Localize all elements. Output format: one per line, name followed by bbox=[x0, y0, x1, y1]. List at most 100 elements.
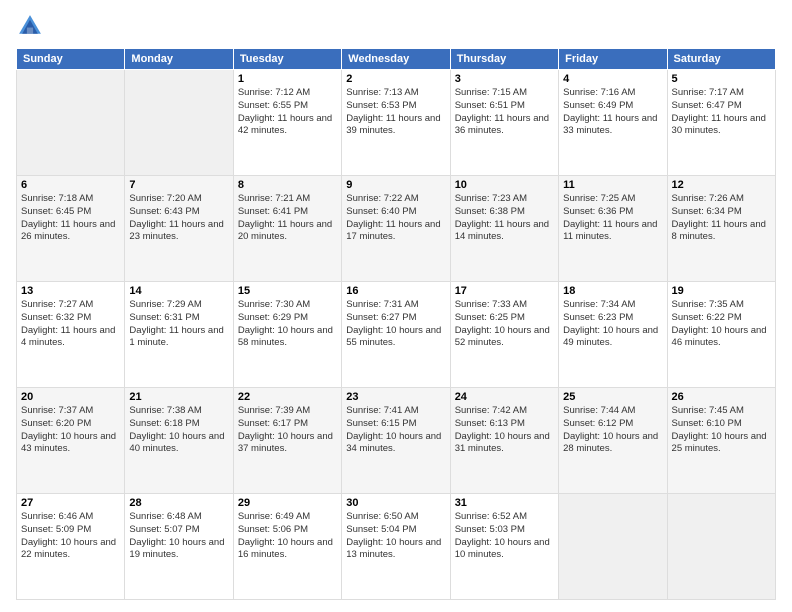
day-info: Sunrise: 7:20 AM Sunset: 6:43 PM Dayligh… bbox=[129, 193, 228, 244]
weekday-header-sunday: Sunday bbox=[17, 49, 125, 70]
calendar-cell: 29 Sunrise: 6:49 AM Sunset: 5:06 PM Dayli… bbox=[233, 494, 341, 600]
day-number: 12 bbox=[672, 179, 771, 191]
day-info: Sunrise: 7:42 AM Sunset: 6:13 PM Dayligh… bbox=[455, 405, 554, 456]
header bbox=[16, 12, 776, 40]
day-info: Sunrise: 7:16 AM Sunset: 6:49 PM Dayligh… bbox=[563, 87, 662, 138]
calendar-cell: 21Sunrise: 7:38 AM Sunset: 6:18 PM Dayli… bbox=[125, 388, 233, 494]
day-info: Sunrise: 7:41 AM Sunset: 6:15 PM Dayligh… bbox=[346, 405, 445, 456]
calendar-body: 1 Sunrise: 7:12 AM Sunset: 6:55 PM Daylig… bbox=[17, 70, 776, 600]
day-number: 25 bbox=[563, 391, 662, 403]
calendar-cell: 16 Sunrise: 7:31 AM Sunset: 6:27 PM Dayli… bbox=[342, 282, 450, 388]
day-info: Sunrise: 7:44 AM Sunset: 6:12 PM Dayligh… bbox=[563, 405, 662, 456]
calendar-header: SundayMondayTuesdayWednesdayThursdayFrid… bbox=[17, 49, 776, 70]
day-number: 5 bbox=[672, 73, 771, 85]
calendar-cell: 3 Sunrise: 7:15 AM Sunset: 6:51 PM Daylig… bbox=[450, 70, 558, 176]
day-number: 22 bbox=[238, 391, 337, 403]
day-info: Sunrise: 7:31 AM Sunset: 6:27 PM Dayligh… bbox=[346, 299, 445, 350]
weekday-header-tuesday: Tuesday bbox=[233, 49, 341, 70]
day-info: Sunrise: 7:35 AM Sunset: 6:22 PM Dayligh… bbox=[672, 299, 771, 350]
day-number: 30 bbox=[346, 497, 445, 509]
calendar-cell: 11 Sunrise: 7:25 AM Sunset: 6:36 PM Dayli… bbox=[559, 176, 667, 282]
day-info: Sunrise: 6:49 AM Sunset: 5:06 PM Dayligh… bbox=[238, 511, 337, 562]
day-info: Sunrise: 7:23 AM Sunset: 6:38 PM Dayligh… bbox=[455, 193, 554, 244]
calendar-cell bbox=[667, 494, 775, 600]
week-row-1: 1 Sunrise: 7:12 AM Sunset: 6:55 PM Daylig… bbox=[17, 70, 776, 176]
day-number: 17 bbox=[455, 285, 554, 297]
day-number: 4 bbox=[563, 73, 662, 85]
day-info: Sunrise: 7:25 AM Sunset: 6:36 PM Dayligh… bbox=[563, 193, 662, 244]
weekday-header-monday: Monday bbox=[125, 49, 233, 70]
day-number: 3 bbox=[455, 73, 554, 85]
calendar-cell: 9 Sunrise: 7:22 AM Sunset: 6:40 PM Daylig… bbox=[342, 176, 450, 282]
day-number: 9 bbox=[346, 179, 445, 191]
day-number: 24 bbox=[455, 391, 554, 403]
calendar-cell: 22Sunrise: 7:39 AM Sunset: 6:17 PM Dayli… bbox=[233, 388, 341, 494]
calendar-cell: 25 Sunrise: 7:44 AM Sunset: 6:12 PM Dayli… bbox=[559, 388, 667, 494]
day-number: 16 bbox=[346, 285, 445, 297]
calendar-cell: 14 Sunrise: 7:29 AM Sunset: 6:31 PM Dayli… bbox=[125, 282, 233, 388]
calendar-cell: 17 Sunrise: 7:33 AM Sunset: 6:25 PM Dayli… bbox=[450, 282, 558, 388]
calendar-cell: 6 Sunrise: 7:18 AM Sunset: 6:45 PM Daylig… bbox=[17, 176, 125, 282]
day-number: 10 bbox=[455, 179, 554, 191]
day-info: Sunrise: 7:18 AM Sunset: 6:45 PM Dayligh… bbox=[21, 193, 120, 244]
day-number: 18 bbox=[563, 285, 662, 297]
day-info: Sunrise: 7:17 AM Sunset: 6:47 PM Dayligh… bbox=[672, 87, 771, 138]
calendar-cell: 23 Sunrise: 7:41 AM Sunset: 6:15 PM Dayli… bbox=[342, 388, 450, 494]
day-info: Sunrise: 7:22 AM Sunset: 6:40 PM Dayligh… bbox=[346, 193, 445, 244]
calendar-cell: 2 Sunrise: 7:13 AM Sunset: 6:53 PM Daylig… bbox=[342, 70, 450, 176]
day-info: Sunrise: 7:15 AM Sunset: 6:51 PM Dayligh… bbox=[455, 87, 554, 138]
weekday-header-friday: Friday bbox=[559, 49, 667, 70]
calendar-cell: 30Sunrise: 6:50 AM Sunset: 5:04 PM Dayli… bbox=[342, 494, 450, 600]
day-number: 27 bbox=[21, 497, 120, 509]
day-info: Sunrise: 7:38 AM Sunset: 6:18 PM Dayligh… bbox=[129, 405, 228, 456]
day-info: Sunrise: 7:21 AM Sunset: 6:41 PM Dayligh… bbox=[238, 193, 337, 244]
weekday-header-wednesday: Wednesday bbox=[342, 49, 450, 70]
day-number: 7 bbox=[129, 179, 228, 191]
day-number: 15 bbox=[238, 285, 337, 297]
day-number: 11 bbox=[563, 179, 662, 191]
calendar-cell: 24 Sunrise: 7:42 AM Sunset: 6:13 PM Dayli… bbox=[450, 388, 558, 494]
logo bbox=[16, 12, 48, 40]
day-info: Sunrise: 6:52 AM Sunset: 5:03 PM Dayligh… bbox=[455, 511, 554, 562]
weekday-header-thursday: Thursday bbox=[450, 49, 558, 70]
day-info: Sunrise: 7:45 AM Sunset: 6:10 PM Dayligh… bbox=[672, 405, 771, 456]
day-info: Sunrise: 7:33 AM Sunset: 6:25 PM Dayligh… bbox=[455, 299, 554, 350]
calendar-cell: 26 Sunrise: 7:45 AM Sunset: 6:10 PM Dayli… bbox=[667, 388, 775, 494]
week-row-3: 13Sunrise: 7:27 AM Sunset: 6:32 PM Dayli… bbox=[17, 282, 776, 388]
calendar-cell: 27Sunrise: 6:46 AM Sunset: 5:09 PM Dayli… bbox=[17, 494, 125, 600]
day-number: 6 bbox=[21, 179, 120, 191]
day-number: 8 bbox=[238, 179, 337, 191]
day-info: Sunrise: 6:48 AM Sunset: 5:07 PM Dayligh… bbox=[129, 511, 228, 562]
calendar-table: SundayMondayTuesdayWednesdayThursdayFrid… bbox=[16, 48, 776, 600]
day-number: 14 bbox=[129, 285, 228, 297]
calendar-cell: 7 Sunrise: 7:20 AM Sunset: 6:43 PM Daylig… bbox=[125, 176, 233, 282]
day-number: 19 bbox=[672, 285, 771, 297]
calendar-cell: 13Sunrise: 7:27 AM Sunset: 6:32 PM Dayli… bbox=[17, 282, 125, 388]
week-row-4: 20 Sunrise: 7:37 AM Sunset: 6:20 PM Dayli… bbox=[17, 388, 776, 494]
day-number: 29 bbox=[238, 497, 337, 509]
day-number: 2 bbox=[346, 73, 445, 85]
day-number: 23 bbox=[346, 391, 445, 403]
day-number: 20 bbox=[21, 391, 120, 403]
calendar-cell: 18 Sunrise: 7:34 AM Sunset: 6:23 PM Dayli… bbox=[559, 282, 667, 388]
weekday-header-saturday: Saturday bbox=[667, 49, 775, 70]
day-info: Sunrise: 7:29 AM Sunset: 6:31 PM Dayligh… bbox=[129, 299, 228, 350]
day-info: Sunrise: 7:34 AM Sunset: 6:23 PM Dayligh… bbox=[563, 299, 662, 350]
day-info: Sunrise: 7:37 AM Sunset: 6:20 PM Dayligh… bbox=[21, 405, 120, 456]
day-number: 1 bbox=[238, 73, 337, 85]
day-info: Sunrise: 7:30 AM Sunset: 6:29 PM Dayligh… bbox=[238, 299, 337, 350]
calendar-cell bbox=[17, 70, 125, 176]
calendar-cell: 28Sunrise: 6:48 AM Sunset: 5:07 PM Dayli… bbox=[125, 494, 233, 600]
calendar-cell: 10 Sunrise: 7:23 AM Sunset: 6:38 PM Dayli… bbox=[450, 176, 558, 282]
calendar-cell: 4 Sunrise: 7:16 AM Sunset: 6:49 PM Daylig… bbox=[559, 70, 667, 176]
day-info: Sunrise: 7:12 AM Sunset: 6:55 PM Dayligh… bbox=[238, 87, 337, 138]
day-info: Sunrise: 7:27 AM Sunset: 6:32 PM Dayligh… bbox=[21, 299, 120, 350]
calendar-cell: 8 Sunrise: 7:21 AM Sunset: 6:41 PM Daylig… bbox=[233, 176, 341, 282]
week-row-5: 27Sunrise: 6:46 AM Sunset: 5:09 PM Dayli… bbox=[17, 494, 776, 600]
calendar-cell: 12Sunrise: 7:26 AM Sunset: 6:34 PM Dayli… bbox=[667, 176, 775, 282]
day-number: 26 bbox=[672, 391, 771, 403]
calendar-cell: 31Sunrise: 6:52 AM Sunset: 5:03 PM Dayli… bbox=[450, 494, 558, 600]
day-info: Sunrise: 7:13 AM Sunset: 6:53 PM Dayligh… bbox=[346, 87, 445, 138]
calendar-cell bbox=[559, 494, 667, 600]
calendar-cell bbox=[125, 70, 233, 176]
